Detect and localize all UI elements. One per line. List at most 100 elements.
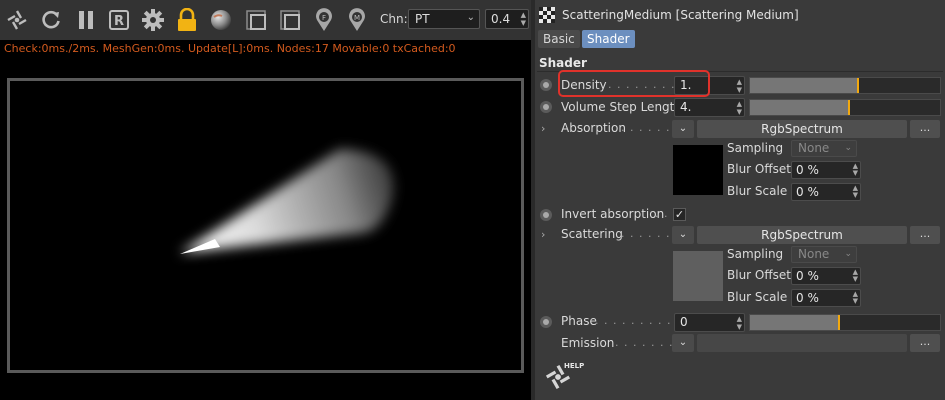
scattering-dropdown[interactable]: ⌄ bbox=[672, 226, 694, 244]
scattering-shader-button[interactable]: RgbSpectrum bbox=[697, 226, 907, 244]
spinner-icon[interactable]: ▲ ▼ bbox=[853, 269, 858, 283]
density-animate-radio[interactable] bbox=[540, 79, 552, 91]
absorption-label: Absorption bbox=[561, 121, 626, 135]
volume-step-animate-radio[interactable] bbox=[540, 101, 552, 113]
svg-text:F: F bbox=[322, 14, 326, 22]
absorption-blur-scale-field[interactable]: 0 % ▲ ▼ bbox=[791, 183, 861, 201]
volume-step-label: Volume Step Length bbox=[561, 100, 682, 114]
absorption-blur-scale-value: 0 % bbox=[796, 185, 819, 199]
volume-step-field[interactable]: 4. ▲ ▼ bbox=[674, 98, 745, 117]
section-title: Shader bbox=[539, 56, 587, 70]
octane-logo-icon[interactable] bbox=[4, 7, 30, 33]
dots-leader: . . . . . . . bbox=[615, 336, 674, 349]
invert-absorption-label: Invert absorption bbox=[561, 207, 665, 221]
zoom-field-value: 0.4 bbox=[491, 12, 511, 26]
scattering-label: Scattering bbox=[561, 227, 623, 241]
chevron-down-icon: ⌄ bbox=[466, 12, 475, 23]
phase-field[interactable]: 0 ▲ ▼ bbox=[674, 313, 745, 332]
density-highlight-box bbox=[558, 70, 710, 97]
scattering-blur-scale-value: 0 % bbox=[796, 291, 819, 305]
r-badge-icon[interactable]: R bbox=[106, 7, 132, 33]
checker-material-icon bbox=[539, 7, 555, 23]
slider-fill bbox=[750, 78, 859, 93]
emission-shader-button[interactable] bbox=[697, 334, 907, 352]
pin-m-icon[interactable]: M bbox=[344, 7, 370, 33]
render-viewport[interactable] bbox=[7, 78, 524, 373]
viewer-toolbar: R F M Chn: PT ⌄ 0.4 ▲ ▼ bbox=[0, 0, 531, 40]
phase-animate-radio[interactable] bbox=[540, 316, 552, 328]
gear-icon[interactable] bbox=[140, 7, 166, 33]
density-slider[interactable] bbox=[749, 77, 941, 94]
channel-label: Chn: bbox=[380, 12, 408, 26]
slider-handle[interactable] bbox=[857, 78, 860, 93]
scattering-sampling-select[interactable]: None ⌄ bbox=[791, 246, 857, 263]
svg-text:M: M bbox=[354, 14, 360, 22]
emission-more-button[interactable]: ... bbox=[910, 334, 940, 352]
tab-basic[interactable]: Basic bbox=[538, 30, 580, 48]
invert-absorption-checkbox[interactable]: ✓ bbox=[673, 208, 686, 221]
scattering-blur-offset-label: Blur Offset bbox=[727, 268, 791, 282]
scattering-blur-offset-field[interactable]: 0 % ▲ ▼ bbox=[791, 267, 861, 285]
spinner-icon[interactable]: ▲ ▼ bbox=[853, 291, 858, 305]
volume-step-value: 4. bbox=[680, 100, 692, 114]
slider-handle[interactable] bbox=[838, 315, 841, 330]
absorption-preview-swatch[interactable] bbox=[673, 145, 723, 195]
absorption-more-button[interactable]: ... bbox=[910, 120, 940, 138]
chevron-down-icon: ⌄ bbox=[844, 143, 852, 153]
scattering-blur-offset-value: 0 % bbox=[796, 269, 819, 283]
channel-select[interactable]: PT ⌄ bbox=[408, 9, 480, 29]
dots-leader: . . . . . . bbox=[621, 121, 671, 134]
tab-shader[interactable]: Shader bbox=[582, 30, 635, 48]
region-icon[interactable] bbox=[243, 7, 269, 33]
svg-text:R: R bbox=[114, 14, 124, 29]
chevron-right-icon[interactable]: › bbox=[541, 228, 545, 241]
slider-handle[interactable] bbox=[847, 100, 850, 115]
object-title: ScatteringMedium [Scattering Medium] bbox=[562, 8, 799, 22]
absorption-shader-button[interactable]: RgbSpectrum bbox=[697, 120, 907, 138]
absorption-blur-offset-value: 0 % bbox=[796, 163, 819, 177]
attribute-panel: ScatteringMedium [Scattering Medium] Bas… bbox=[535, 0, 945, 400]
spinner-icon[interactable]: ▲ ▼ bbox=[737, 315, 742, 331]
dots-leader: . . bbox=[655, 207, 669, 220]
help-label: HELP bbox=[564, 362, 585, 370]
absorption-dropdown[interactable]: ⌄ bbox=[672, 120, 694, 138]
slider-fill bbox=[750, 315, 840, 330]
emission-dropdown[interactable]: ⌄ bbox=[672, 334, 694, 352]
phase-value: 0 bbox=[680, 315, 688, 329]
refresh-icon[interactable] bbox=[38, 7, 64, 33]
volume-step-slider[interactable] bbox=[749, 99, 941, 116]
scattering-blur-scale-label: Blur Scale bbox=[727, 290, 788, 304]
spinner-icon[interactable]: ▲ ▼ bbox=[737, 78, 742, 94]
absorption-blur-offset-label: Blur Offset bbox=[727, 162, 791, 176]
absorption-blur-offset-field[interactable]: 0 % ▲ ▼ bbox=[791, 161, 861, 179]
phase-slider[interactable] bbox=[749, 314, 941, 331]
zoom-field[interactable]: 0.4 ▲ ▼ bbox=[485, 9, 529, 29]
sphere-icon[interactable] bbox=[208, 7, 234, 33]
dots-leader: . . . . . . bbox=[621, 227, 671, 240]
absorption-sampling-value: None bbox=[798, 141, 830, 155]
region-alt-icon[interactable] bbox=[277, 7, 303, 33]
phase-label: Phase bbox=[561, 314, 597, 328]
spinner-icon[interactable]: ▲ ▼ bbox=[737, 100, 742, 116]
slider-fill bbox=[750, 100, 849, 115]
spinner-icon[interactable]: ▲ ▼ bbox=[853, 163, 858, 177]
lock-icon[interactable] bbox=[174, 7, 200, 33]
spinner-icon[interactable]: ▲ ▼ bbox=[853, 185, 858, 199]
scattering-blur-scale-field[interactable]: 0 % ▲ ▼ bbox=[791, 289, 861, 307]
absorption-sampling-label: Sampling bbox=[727, 141, 784, 155]
absorption-blur-scale-label: Blur Scale bbox=[727, 184, 788, 198]
channel-select-value: PT bbox=[415, 12, 430, 26]
spinner-icon[interactable]: ▲ ▼ bbox=[521, 11, 526, 27]
absorption-sampling-select[interactable]: None ⌄ bbox=[791, 140, 857, 157]
invert-absorption-animate-radio[interactable] bbox=[540, 209, 552, 221]
pin-f-icon[interactable]: F bbox=[311, 7, 337, 33]
pause-icon[interactable] bbox=[73, 7, 99, 33]
scattering-preview-swatch[interactable] bbox=[673, 251, 723, 301]
chevron-right-icon[interactable]: › bbox=[541, 122, 545, 135]
scattering-more-button[interactable]: ... bbox=[910, 226, 940, 244]
render-image bbox=[180, 149, 394, 254]
chevron-down-icon: ⌄ bbox=[844, 249, 852, 259]
live-viewer-panel: R F M Chn: PT ⌄ 0.4 ▲ ▼ Check:0ms./2ms. … bbox=[0, 0, 531, 400]
scattering-sampling-value: None bbox=[798, 247, 830, 261]
emission-label: Emission bbox=[561, 336, 615, 350]
